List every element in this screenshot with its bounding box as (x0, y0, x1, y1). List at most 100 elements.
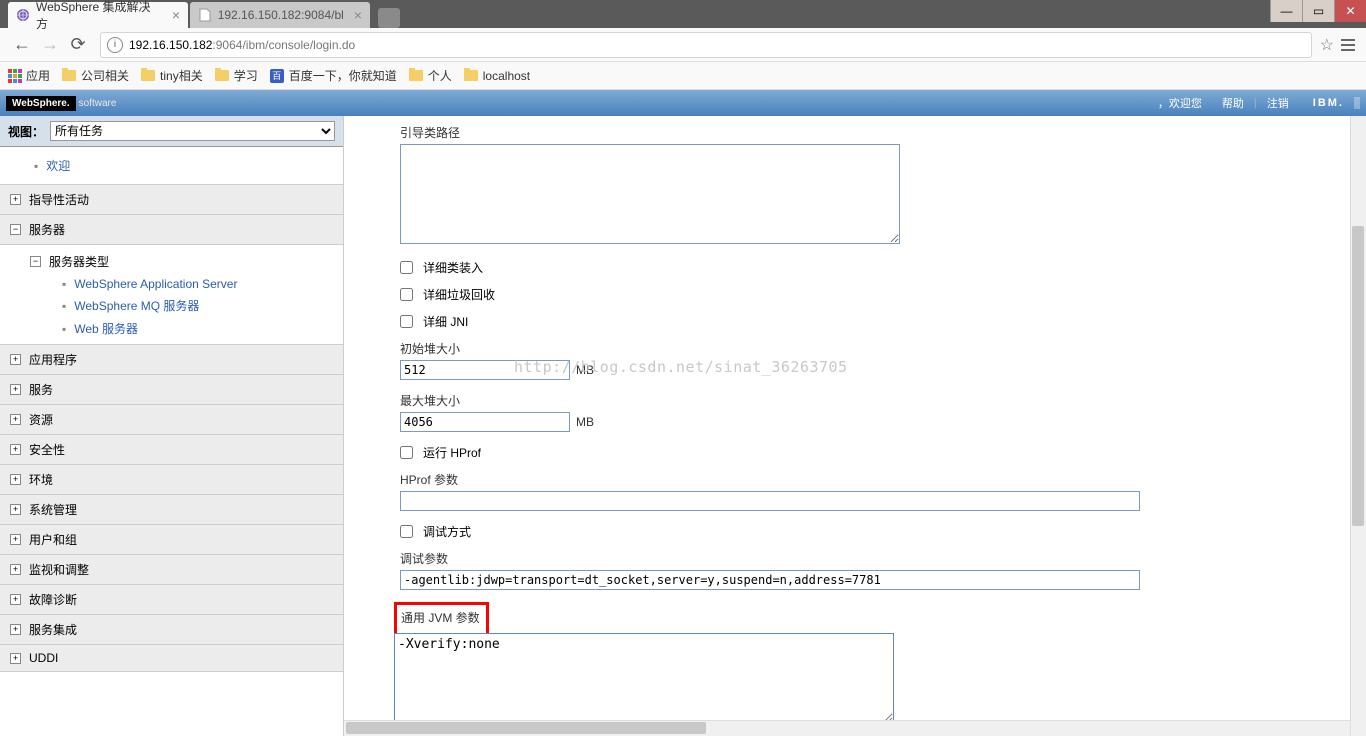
websphere-software-label: software (79, 98, 117, 109)
close-icon[interactable]: × (354, 7, 362, 23)
help-link[interactable]: 帮助 (1222, 95, 1244, 111)
sidebar-item-uddi[interactable]: +UDDI (0, 644, 343, 672)
welcome-user-label: ，欢迎您 (1158, 95, 1202, 111)
bookmark-folder[interactable]: localhost (464, 69, 530, 83)
browser-menu-icon[interactable] (1338, 39, 1358, 51)
verbose-class-checkbox[interactable] (400, 261, 413, 274)
sidebar-item-was[interactable]: WebSphere Application Server (30, 274, 343, 294)
mb-unit: MB (576, 415, 594, 429)
browser-tab-inactive[interactable]: 192.16.150.182:9084/bl × (190, 2, 370, 28)
sidebar-item-welcome[interactable]: 欢迎 (0, 147, 343, 184)
globe-icon (16, 8, 30, 22)
verbose-jni-label: 详细 JNI (423, 313, 468, 330)
verbose-class-label: 详细类装入 (423, 259, 483, 276)
sidebar-item-mq[interactable]: WebSphere MQ 服务器 (30, 294, 343, 317)
folder-icon (141, 70, 155, 81)
horizontal-scrollbar[interactable] (344, 720, 1350, 736)
boot-classpath-label: 引导类路径 (400, 124, 1350, 141)
sidebar-item-service-integration[interactable]: +服务集成 (0, 614, 343, 644)
forward-button[interactable]: → (38, 33, 62, 57)
maximize-button[interactable]: ▭ (1302, 0, 1334, 22)
expand-icon[interactable]: + (10, 564, 21, 575)
nav-tree: 欢迎 +指导性活动 −服务器 −服务器类型 WebSphere Applicat… (0, 147, 343, 736)
expand-icon[interactable]: + (10, 653, 21, 664)
tab-title: 192.16.150.182:9084/bl (218, 8, 344, 22)
collapse-icon[interactable]: − (30, 256, 41, 267)
expand-icon[interactable]: + (10, 384, 21, 395)
apps-icon (8, 69, 22, 83)
minimize-button[interactable]: — (1270, 0, 1302, 22)
expand-icon[interactable]: + (10, 474, 21, 485)
close-window-button[interactable]: ✕ (1334, 0, 1366, 22)
init-heap-input[interactable] (400, 360, 570, 380)
sidebar-item-environment[interactable]: +环境 (0, 464, 343, 494)
sidebar-item-sysadmin[interactable]: +系统管理 (0, 494, 343, 524)
max-heap-input[interactable] (400, 412, 570, 432)
close-icon[interactable]: × (172, 7, 180, 23)
generic-jvm-highlight: 通用 JVM 参数 (394, 602, 489, 636)
expand-icon[interactable]: + (10, 504, 21, 515)
view-select[interactable]: 所有任务 (50, 121, 335, 141)
sidebar-item-apps[interactable]: +应用程序 (0, 344, 343, 374)
boot-classpath-input[interactable] (400, 144, 900, 244)
sidebar-item-monitoring[interactable]: +监视和调整 (0, 554, 343, 584)
bookmark-link[interactable]: 百百度一下，你就知道 (270, 67, 397, 84)
sidebar-item-users-groups[interactable]: +用户和组 (0, 524, 343, 554)
hprof-args-label: HProf 参数 (400, 471, 1350, 488)
expand-icon[interactable]: + (10, 354, 21, 365)
debug-args-input[interactable] (400, 570, 1140, 590)
sidebar-item-security[interactable]: +安全性 (0, 434, 343, 464)
debug-mode-label: 调试方式 (423, 523, 471, 540)
new-tab-button[interactable] (378, 8, 400, 28)
verbose-jni-checkbox[interactable] (400, 315, 413, 328)
generic-jvm-label: 通用 JVM 参数 (401, 609, 480, 626)
address-bar: ← → ⟳ i 192.16.150.182:9064/ibm/console/… (0, 28, 1366, 62)
vertical-scrollbar[interactable] (1350, 116, 1366, 736)
site-info-icon[interactable]: i (107, 37, 123, 53)
page-icon (198, 8, 212, 22)
bookmark-folder[interactable]: 学习 (215, 67, 258, 84)
bookmark-folder[interactable]: 个人 (409, 67, 452, 84)
folder-icon (409, 70, 423, 81)
sidebar-item-server-types[interactable]: −服务器类型 (30, 249, 343, 274)
browser-tab-active[interactable]: WebSphere 集成解决方 × (8, 2, 188, 28)
reload-button[interactable]: ⟳ (66, 33, 90, 57)
expand-icon[interactable]: + (10, 624, 21, 635)
sidebar-item-webserver[interactable]: Web 服务器 (30, 317, 343, 340)
browser-tabs-bar: WebSphere 集成解决方 × 192.16.150.182:9084/bl… (0, 0, 1366, 28)
debug-mode-checkbox[interactable] (400, 525, 413, 538)
bookmark-star-icon[interactable]: ☆ (1320, 35, 1334, 55)
verbose-gc-label: 详细垃圾回收 (423, 286, 495, 303)
generic-jvm-input[interactable]: -Xverify:none (394, 633, 894, 723)
url-path: /ibm/console/login.do (242, 38, 355, 52)
url-input[interactable]: i 192.16.150.182:9064/ibm/console/login.… (100, 32, 1312, 58)
logout-link[interactable]: 注销 (1267, 95, 1289, 111)
expand-icon[interactable]: + (10, 194, 21, 205)
verbose-gc-checkbox[interactable] (400, 288, 413, 301)
scrollbar-thumb[interactable] (346, 722, 706, 734)
apps-button[interactable]: 应用 (8, 67, 50, 84)
sidebar-item-services[interactable]: +服务 (0, 374, 343, 404)
folder-icon (62, 70, 76, 81)
hprof-args-input[interactable] (400, 491, 1140, 511)
bookmark-folder[interactable]: 公司相关 (62, 67, 129, 84)
back-button[interactable]: ← (10, 33, 34, 57)
baidu-icon: 百 (270, 69, 284, 83)
ibm-logo: IBM. (1313, 97, 1360, 109)
websphere-logo: WebSphere. (6, 96, 76, 111)
collapse-icon[interactable]: − (10, 224, 21, 235)
expand-icon[interactable]: + (10, 534, 21, 545)
sidebar-item-resources[interactable]: +资源 (0, 404, 343, 434)
scrollbar-thumb[interactable] (1352, 226, 1364, 526)
websphere-banner: WebSphere. software ，欢迎您 帮助 | 注销 IBM. (0, 90, 1366, 116)
bookmark-folder[interactable]: tiny相关 (141, 67, 203, 84)
run-hprof-checkbox[interactable] (400, 446, 413, 459)
expand-icon[interactable]: + (10, 444, 21, 455)
bookmarks-bar: 应用 公司相关 tiny相关 学习 百百度一下，你就知道 个人 localhos… (0, 62, 1366, 90)
sidebar-item-troubleshoot[interactable]: +故障诊断 (0, 584, 343, 614)
expand-icon[interactable]: + (10, 594, 21, 605)
sidebar-item-servers[interactable]: −服务器 (0, 214, 343, 244)
tab-title: WebSphere 集成解决方 (36, 0, 162, 32)
expand-icon[interactable]: + (10, 414, 21, 425)
sidebar-item-guidance[interactable]: +指导性活动 (0, 184, 343, 214)
